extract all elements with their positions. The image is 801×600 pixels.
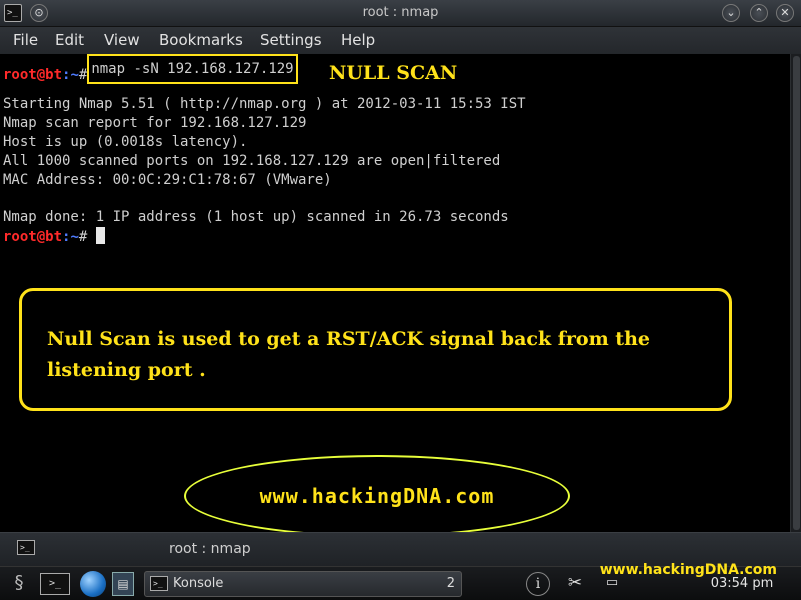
task-count: 2 xyxy=(446,576,455,591)
network-icon[interactable]: ✂ xyxy=(562,571,588,597)
window-title: root : nmap xyxy=(362,5,439,20)
output-line: Nmap scan report for 192.168.127.129 xyxy=(3,115,307,131)
null-scan-label: NULL SCAN xyxy=(329,62,458,84)
scrollbar-thumb[interactable] xyxy=(793,56,800,530)
menu-bookmarks[interactable]: Bookmarks xyxy=(159,31,243,49)
terminal-output[interactable]: root@bt:~# nmap -sN 192.168.127.129 NULL … xyxy=(0,54,790,537)
file-manager-icon[interactable]: ▤ xyxy=(112,572,134,596)
info-icon[interactable]: i xyxy=(526,572,550,596)
output-line: MAC Address: 00:0C:29:C1:78:67 (VMware) xyxy=(3,172,332,188)
menu-file[interactable]: File xyxy=(13,31,38,49)
maximize-button[interactable]: ⌃ xyxy=(750,4,768,22)
prompt-symbol: # xyxy=(78,229,88,245)
konsole-task-button[interactable]: >_ Konsole 2 xyxy=(144,571,462,597)
konsole-tabbar: >_ root : nmap xyxy=(0,532,801,566)
highlighted-command: nmap -sN 192.168.127.129 xyxy=(87,54,298,84)
prompt-path: :~ xyxy=(62,229,79,245)
konsole-task-icon: >_ xyxy=(150,576,168,591)
prompt-path: :~ xyxy=(62,67,79,83)
output-line: Nmap done: 1 IP address (1 host up) scan… xyxy=(3,209,509,225)
active-prompt-line: root@bt:~# xyxy=(3,227,105,246)
kde-menu-icon[interactable]: § xyxy=(4,571,34,597)
menu-help[interactable]: Help xyxy=(341,31,375,49)
output-line: Host is up (0.0018s latency). xyxy=(3,134,248,150)
prompt-user: root@bt xyxy=(3,229,63,245)
terminal-scrollbar[interactable] xyxy=(790,54,801,532)
menu-bar: File Edit View Bookmarks Settings Help xyxy=(0,27,801,54)
konsole-task-label: Konsole xyxy=(173,576,224,591)
prompt-user: root@bt xyxy=(3,67,63,83)
menu-settings[interactable]: Settings xyxy=(260,31,322,49)
close-button[interactable]: ✕ xyxy=(776,4,794,22)
text-cursor xyxy=(95,227,105,244)
window-titlebar: >_ ⊙ root : nmap ⌄ ⌃ ✕ xyxy=(0,0,801,27)
command-line: root@bt:~# nmap -sN 192.168.127.129 xyxy=(3,54,298,84)
new-tab-icon[interactable]: >_ xyxy=(17,540,35,555)
site-url-text: www.hackingDNA.com xyxy=(259,484,495,508)
menu-edit[interactable]: Edit xyxy=(55,31,84,49)
output-line: Starting Nmap 5.51 ( http://nmap.org ) a… xyxy=(3,96,526,112)
menu-view[interactable]: View xyxy=(104,31,140,49)
annotation-box: Null Scan is used to get a RST/ACK signa… xyxy=(19,288,732,411)
browser-globe-icon[interactable] xyxy=(80,571,106,597)
prompt-symbol: # xyxy=(78,67,88,83)
tab-root-nmap[interactable]: root : nmap xyxy=(169,541,251,557)
site-ellipse: www.hackingDNA.com xyxy=(184,455,570,537)
annotation-text: Null Scan is used to get a RST/ACK signa… xyxy=(47,328,650,381)
output-line: All 1000 scanned ports on 192.168.127.12… xyxy=(3,153,501,169)
clock[interactable]: 03:54 pm xyxy=(702,576,782,591)
minimize-button[interactable]: ⌄ xyxy=(722,4,740,22)
terminal-launcher-icon[interactable]: >_ xyxy=(40,573,70,595)
